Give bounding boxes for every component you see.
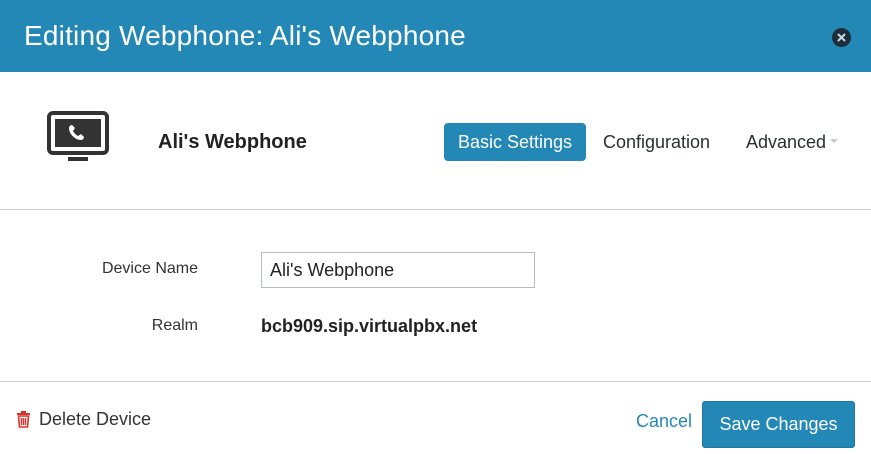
device-header: Ali's Webphone Basic Settings Configurat… [0,72,871,210]
trash-icon [17,410,30,428]
dialog-footer: Delete Device Cancel Save Changes [0,381,871,454]
cancel-button[interactable]: Cancel [636,411,692,432]
tab-advanced[interactable]: Advanced [746,123,839,161]
chevron-down-icon [830,139,839,144]
device-name-heading: Ali's Webphone [158,131,307,153]
delete-device-button[interactable]: Delete Device [16,408,151,430]
delete-device-label: Delete Device [39,408,152,429]
realm-value: bcb909.sip.virtualpbx.net [261,316,478,336]
close-icon [837,33,846,42]
tab-configuration[interactable]: Configuration [603,123,710,161]
dialog-title: Editing Webphone: Ali's Webphone [24,20,466,51]
tab-advanced-label: Advanced [746,132,827,152]
basic-settings-form: Device Name Realm bcb909.sip.virtualpbx.… [0,211,871,381]
device-name-input[interactable] [261,252,535,288]
tab-basic-settings[interactable]: Basic Settings [444,123,586,161]
device-name-label: Device Name [101,260,198,277]
realm-label: Realm [151,317,198,334]
webphone-monitor-icon [46,110,110,166]
dialog-titlebar: Editing Webphone: Ali's Webphone [0,0,871,72]
close-button[interactable] [832,28,851,47]
save-changes-button[interactable]: Save Changes [702,401,855,448]
